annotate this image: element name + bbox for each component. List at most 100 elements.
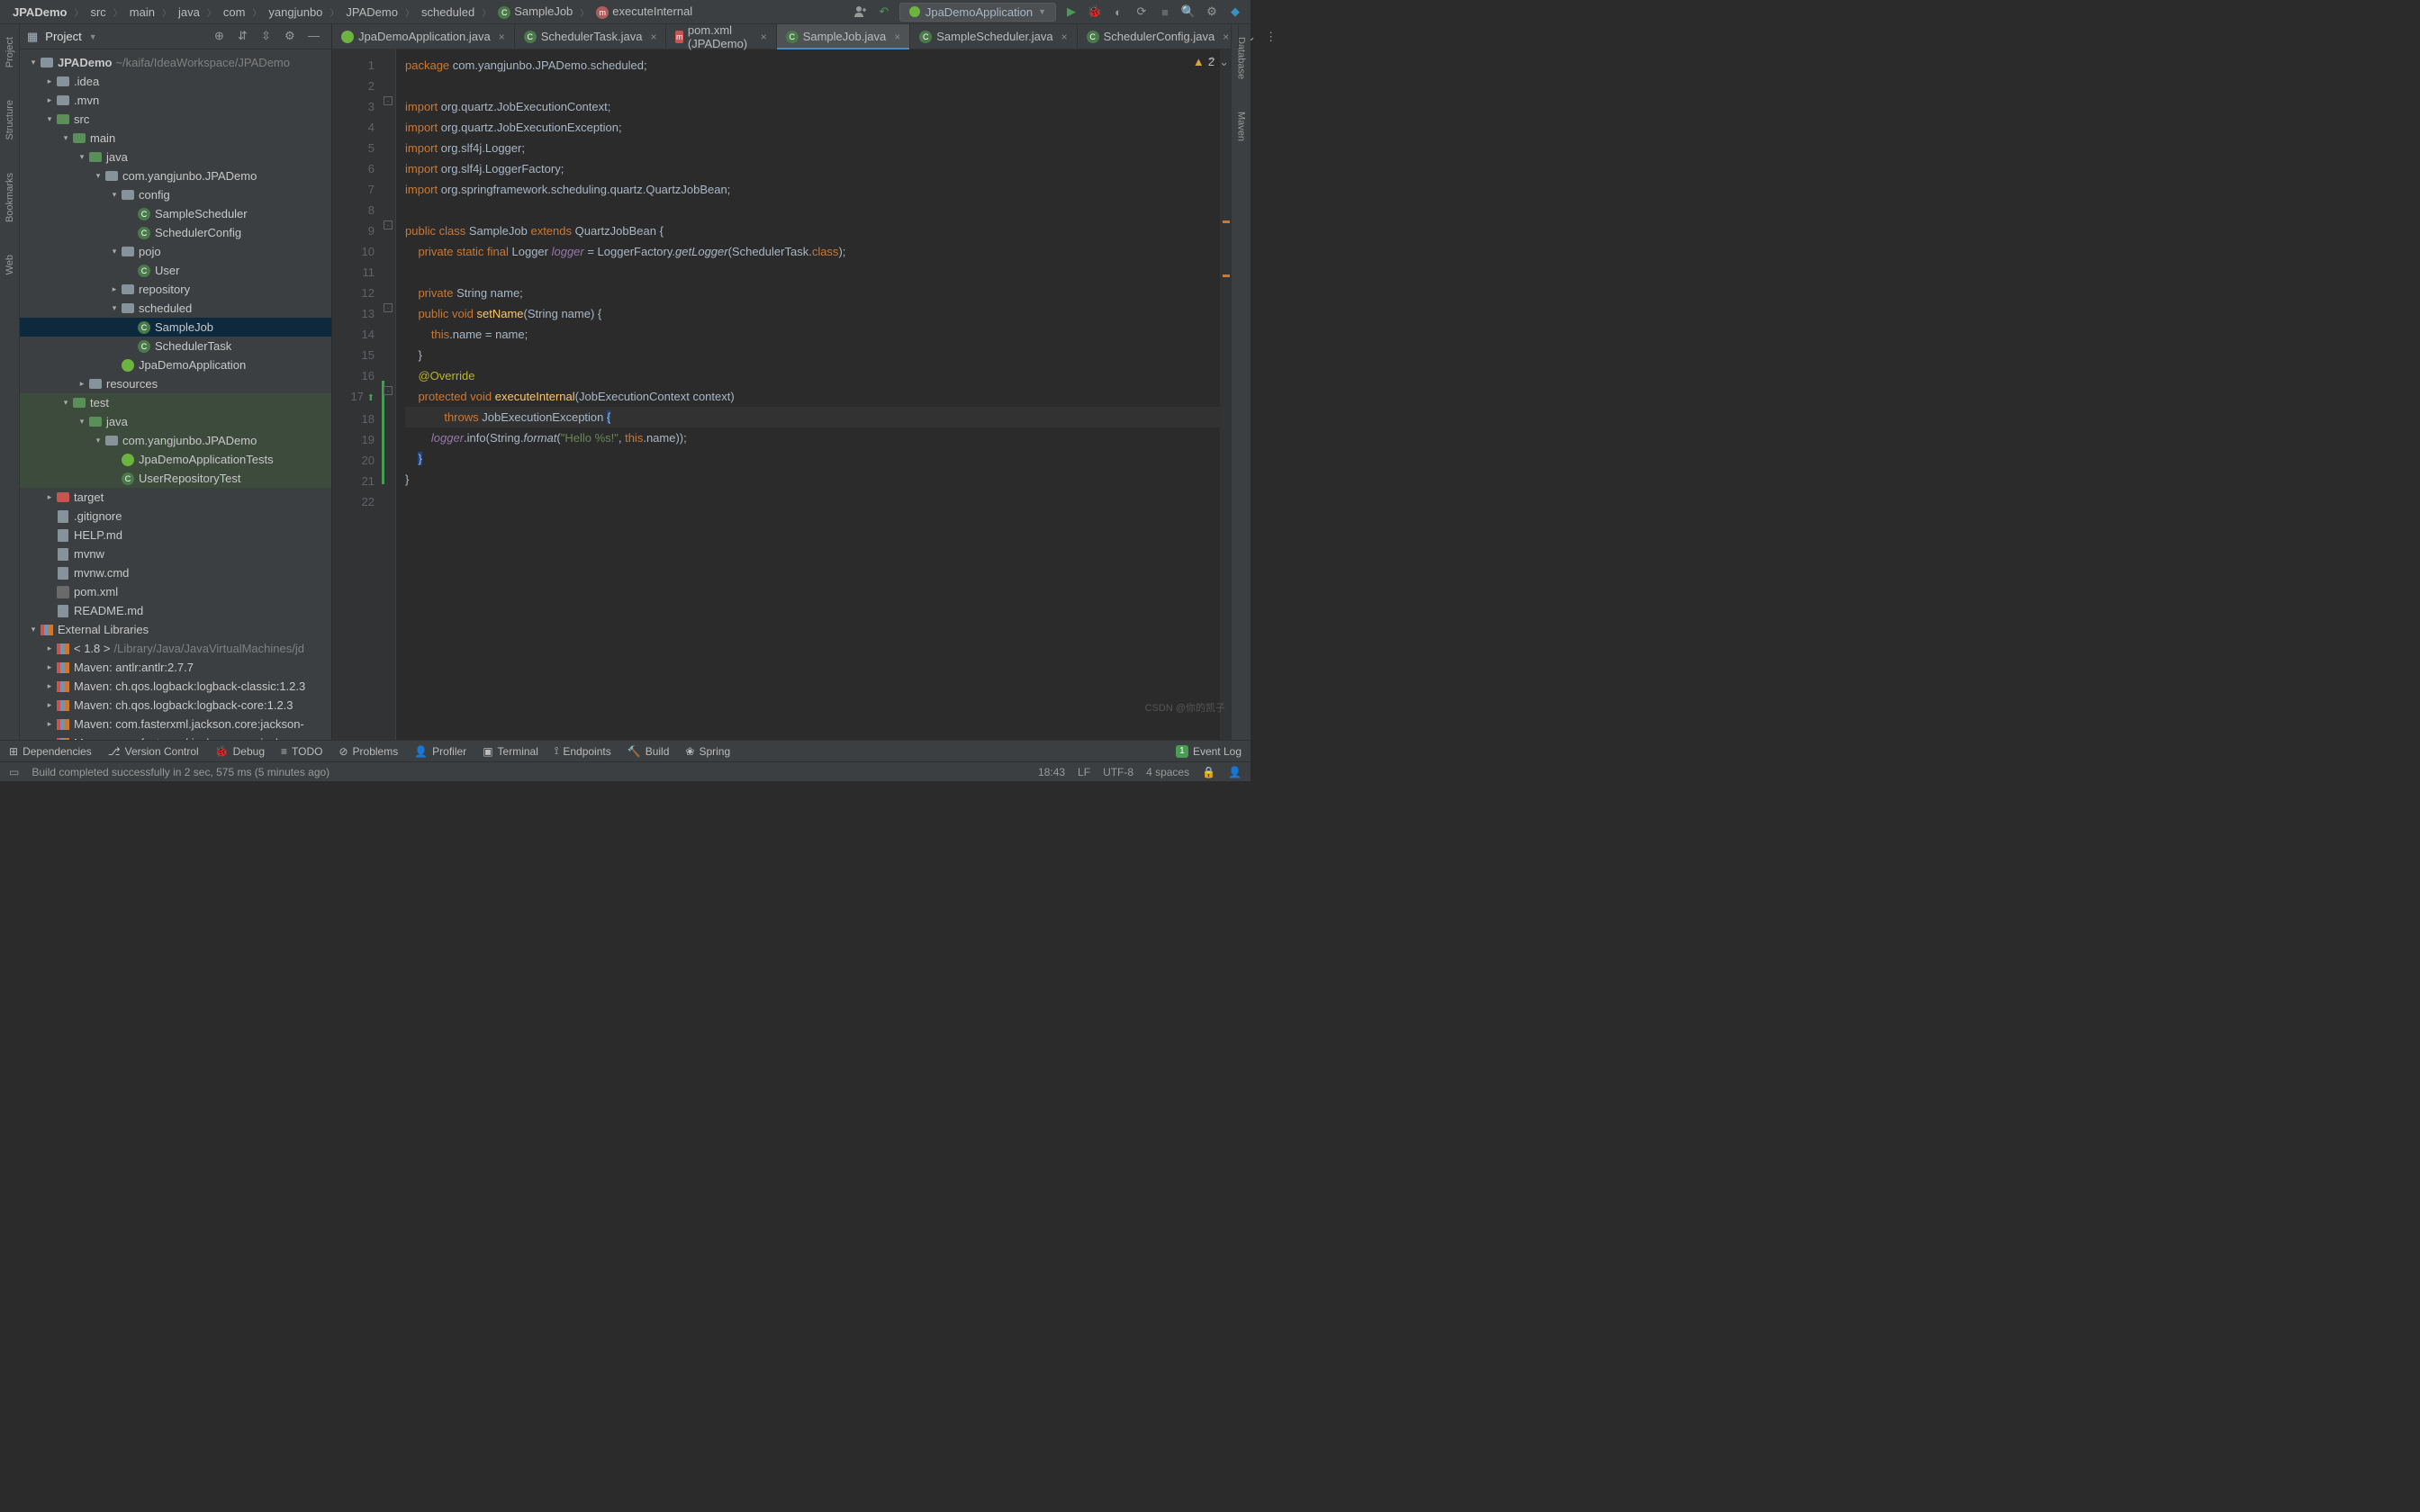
fold-marker[interactable]: - (384, 96, 393, 105)
tree-node[interactable]: SampleScheduler (20, 204, 331, 223)
tab-more-icon[interactable]: ⋮ (1265, 30, 1277, 44)
tool-profiler[interactable]: 👤Profiler (414, 745, 466, 758)
tool-problems[interactable]: ⊘Problems (339, 745, 398, 758)
close-icon[interactable]: × (761, 31, 767, 43)
notify-icon[interactable]: 👤 (1228, 766, 1242, 778)
code-editor[interactable]: package com.yangjunbo.JPADemo.scheduled;… (396, 50, 1220, 740)
tree-node[interactable]: ▾com.yangjunbo.JPADemo (20, 431, 331, 450)
tree-twisty[interactable]: ▾ (76, 152, 88, 162)
tree-twisty[interactable]: ▸ (43, 700, 56, 710)
tree-twisty[interactable]: ▸ (43, 681, 56, 691)
crumb[interactable]: mexecuteInternal (591, 3, 698, 21)
tree-twisty[interactable]: ▾ (43, 114, 56, 124)
expand-icon[interactable]: ⇵ (238, 29, 254, 45)
tree-twisty[interactable]: ▸ (43, 492, 56, 502)
debug-icon[interactable]: 🐞 (1087, 4, 1103, 20)
crumb[interactable]: main (124, 4, 160, 21)
tree-node[interactable]: HELP.md (20, 526, 331, 544)
tree-node[interactable]: ▾java (20, 412, 331, 431)
chevron-up-icon[interactable]: ⌃ (1207, 55, 1217, 69)
lock-icon[interactable]: 🔒 (1202, 766, 1215, 778)
close-icon[interactable]: × (894, 31, 900, 43)
tree-node[interactable]: ▾main (20, 129, 331, 148)
tree-node[interactable]: ▸target (20, 488, 331, 507)
tree-node[interactable]: ▾java (20, 148, 331, 166)
tool-web[interactable]: Web (5, 248, 15, 282)
tree-node[interactable]: ▾com.yangjunbo.JPADemo (20, 166, 331, 185)
settings-icon[interactable]: ⚙ (1204, 4, 1220, 20)
status-line-sep[interactable]: LF (1078, 766, 1090, 778)
event-log[interactable]: 1Event Log (1176, 745, 1242, 758)
tree-node[interactable]: ▾pojo (20, 242, 331, 261)
gear-icon[interactable]: ⚙ (284, 29, 301, 45)
crumb[interactable]: com (218, 4, 251, 21)
tool-project[interactable]: Project (5, 30, 15, 75)
crumb[interactable]: SampleJob (492, 3, 578, 21)
tool-maven[interactable]: Maven (1236, 104, 1247, 148)
locate-icon[interactable]: ⊕ (214, 29, 230, 45)
tree-node[interactable]: pom.xml (20, 582, 331, 601)
editor-tab[interactable]: SchedulerTask.java× (515, 24, 667, 49)
tree-twisty[interactable]: ▾ (108, 247, 121, 256)
error-stripe[interactable] (1220, 50, 1231, 740)
shield-icon[interactable]: ◆ (1227, 4, 1243, 20)
close-icon[interactable]: × (1223, 31, 1229, 43)
collapse-icon[interactable]: ⇳ (261, 29, 277, 45)
tree-node[interactable]: ▸Maven: com.fasterxml.jackson.core:jacks… (20, 715, 331, 734)
tree-node[interactable]: mvnw.cmd (20, 563, 331, 582)
tree-node[interactable]: ▸Maven: antlr:antlr:2.7.7 (20, 658, 331, 677)
add-user-icon[interactable] (853, 4, 869, 20)
editor-tab[interactable]: SampleJob.java× (777, 24, 911, 49)
tree-node[interactable]: ▾External Libraries (20, 620, 331, 639)
tree-twisty[interactable]: ▾ (92, 436, 104, 446)
crumb[interactable]: yangjunbo (263, 4, 328, 21)
hide-icon[interactable]: — (308, 29, 324, 45)
tree-node[interactable]: ▾scheduled (20, 299, 331, 318)
chevron-down-icon[interactable]: ⌄ (1219, 55, 1229, 69)
crumb[interactable]: JPADemo (340, 4, 403, 21)
tree-node[interactable]: SchedulerConfig (20, 223, 331, 242)
editor-tab[interactable]: SampleScheduler.java× (910, 24, 1077, 49)
tool-spring[interactable]: ❀Spring (685, 745, 730, 758)
tree-node[interactable]: ▾JPADemo~/kaifa/IdeaWorkspace/JPADemo (20, 53, 331, 72)
tree-twisty[interactable]: ▾ (59, 133, 72, 143)
tree-node[interactable]: ▸Maven: ch.qos.logback:logback-core:1.2.… (20, 696, 331, 715)
crumb[interactable]: scheduled (416, 4, 480, 21)
close-icon[interactable]: × (650, 31, 656, 43)
tree-twisty[interactable]: ▸ (76, 379, 88, 389)
tree-twisty[interactable]: ▾ (59, 398, 72, 408)
run-icon[interactable]: ▶ (1063, 4, 1079, 20)
tree-node[interactable]: ▸.idea (20, 72, 331, 91)
tree-twisty[interactable]: ▾ (108, 303, 121, 313)
crumb[interactable]: src (85, 4, 111, 21)
tool-debug[interactable]: 🐞Debug (215, 745, 265, 758)
tree-node[interactable]: ▾test (20, 393, 331, 412)
undo-icon[interactable]: ↶ (876, 4, 892, 20)
tree-twisty[interactable]: ▾ (76, 417, 88, 427)
tree-twisty[interactable]: ▾ (92, 171, 104, 181)
search-icon[interactable]: 🔍 (1180, 4, 1196, 20)
tree-twisty[interactable]: ▾ (27, 58, 40, 68)
fold-marker[interactable]: - (384, 220, 393, 230)
tool-dependencies[interactable]: ⊞Dependencies (9, 745, 92, 758)
fold-gutter[interactable]: ---- (382, 50, 396, 740)
tree-node[interactable]: ▾config (20, 185, 331, 204)
tree-node[interactable]: ▸Maven: ch.qos.logback:logback-classic:1… (20, 677, 331, 696)
tool-todo[interactable]: ≡TODO (281, 745, 322, 758)
tree-node[interactable]: UserRepositoryTest (20, 469, 331, 488)
tree-node[interactable]: README.md (20, 601, 331, 620)
coverage-icon[interactable]: ◐ (1110, 4, 1126, 20)
tool-build[interactable]: 🔨Build (628, 745, 670, 758)
close-icon[interactable]: × (499, 31, 505, 43)
tree-node[interactable]: mvnw (20, 544, 331, 563)
stop-icon[interactable]: ■ (1157, 4, 1173, 20)
tree-node[interactable]: JpaDemoApplicationTests (20, 450, 331, 469)
editor-tab[interactable]: JpaDemoApplication.java× (332, 24, 515, 49)
fold-marker[interactable]: - (384, 386, 393, 395)
tree-node[interactable]: SchedulerTask (20, 337, 331, 356)
tree-twisty[interactable]: ▸ (43, 644, 56, 653)
status-indent[interactable]: 4 spaces (1146, 766, 1189, 778)
tree-twisty[interactable]: ▸ (43, 662, 56, 672)
profile-icon[interactable]: ⟳ (1133, 4, 1150, 20)
editor-tab[interactable]: mpom.xml (JPADemo)× (666, 24, 776, 49)
